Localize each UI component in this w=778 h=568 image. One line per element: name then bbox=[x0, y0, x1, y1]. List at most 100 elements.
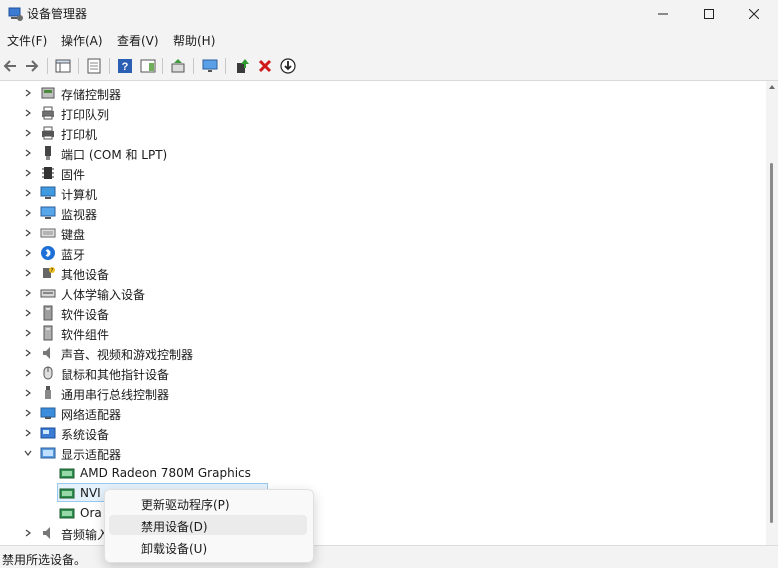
storage-controller-icon bbox=[41, 87, 55, 99]
action-pane-button[interactable] bbox=[138, 56, 158, 76]
action-pane-icon bbox=[140, 59, 156, 73]
chevron-right-icon[interactable] bbox=[23, 428, 33, 438]
menu-help[interactable]: 帮助(H) bbox=[173, 32, 215, 49]
tree-item[interactable]: 鼠标和其他指针设备 bbox=[0, 363, 760, 383]
forward-button[interactable] bbox=[22, 56, 42, 76]
tree-item[interactable]: 计算机 bbox=[0, 183, 760, 203]
minimize-button[interactable] bbox=[640, 0, 686, 28]
maximize-button[interactable] bbox=[686, 0, 732, 28]
tree-item[interactable]: 人体学输入设备 bbox=[0, 283, 760, 303]
tree-item[interactable]: 软件组件 bbox=[0, 323, 760, 343]
properties-icon bbox=[87, 58, 101, 74]
menu-view[interactable]: 查看(V) bbox=[117, 32, 159, 49]
tree-item[interactable]: 软件设备 bbox=[0, 303, 760, 323]
red-x-icon bbox=[258, 59, 272, 73]
tree-item[interactable]: AMD Radeon 780M Graphics bbox=[0, 463, 760, 483]
chevron-right-icon[interactable] bbox=[23, 148, 33, 158]
chevron-right-icon[interactable] bbox=[23, 288, 33, 298]
tree-item[interactable]: 监视器 bbox=[0, 203, 760, 223]
tree-item[interactable]: 键盘 bbox=[0, 223, 760, 243]
tree-item[interactable]: 声音、视频和游戏控制器 bbox=[0, 343, 760, 363]
properties-button[interactable] bbox=[84, 56, 104, 76]
network-adapter-icon bbox=[40, 407, 56, 419]
chevron-right-icon[interactable] bbox=[23, 388, 33, 398]
tree-item-label: 其他设备 bbox=[61, 268, 110, 282]
tree-item[interactable]: 打印队列 bbox=[0, 103, 760, 123]
tree-item[interactable]: ? 其他设备 bbox=[0, 263, 760, 283]
chevron-right-icon[interactable] bbox=[23, 128, 33, 138]
toolbar: ? bbox=[0, 52, 778, 81]
menu-bar: 文件(F) 操作(A) 查看(V) 帮助(H) bbox=[0, 30, 778, 50]
tree-item-label: NVI bbox=[80, 486, 101, 500]
menu-file[interactable]: 文件(F) bbox=[7, 32, 47, 49]
scan-hardware-button[interactable] bbox=[168, 56, 188, 76]
tree-item[interactable]: 固件 bbox=[0, 163, 760, 183]
status-text: 禁用所选设备。 bbox=[2, 553, 87, 567]
download-button[interactable] bbox=[278, 56, 298, 76]
back-arrow-icon bbox=[3, 60, 16, 72]
menu-item-update-driver[interactable]: 更新驱动程序(P) bbox=[109, 493, 307, 513]
scrollbar-thumb[interactable] bbox=[770, 163, 773, 523]
gpu-icon bbox=[59, 468, 75, 479]
tree-item[interactable]: 蓝牙 bbox=[0, 243, 760, 263]
tree-item-label: 音频输入 bbox=[61, 528, 110, 542]
toolbar-separator bbox=[78, 58, 79, 74]
chevron-right-icon[interactable] bbox=[23, 248, 33, 258]
software-component-icon bbox=[43, 325, 53, 341]
tree-item-label: 计算机 bbox=[61, 188, 98, 202]
tree-item-label: 键盘 bbox=[61, 228, 86, 242]
maximize-icon bbox=[704, 9, 714, 19]
keyboard-icon bbox=[40, 228, 56, 238]
help-button[interactable]: ? bbox=[115, 56, 135, 76]
context-menu: 更新驱动程序(P) 禁用设备(D) 卸载设备(U) bbox=[104, 489, 314, 563]
other-devices-icon: ? bbox=[43, 267, 55, 278]
menu-item-disable-device[interactable]: 禁用设备(D) bbox=[109, 515, 307, 535]
update-driver-icon bbox=[237, 59, 249, 73]
tree-item[interactable]: 显示适配器 bbox=[0, 443, 760, 463]
tree-item[interactable]: 存储控制器 bbox=[0, 83, 760, 103]
chevron-right-icon[interactable] bbox=[23, 408, 33, 418]
chevron-right-icon[interactable] bbox=[23, 188, 33, 198]
chevron-right-icon[interactable] bbox=[23, 328, 33, 338]
chevron-right-icon[interactable] bbox=[23, 308, 33, 318]
print-queue-icon bbox=[42, 106, 54, 120]
computer-icon bbox=[40, 186, 56, 199]
chevron-right-icon[interactable] bbox=[23, 88, 33, 98]
show-hide-console-tree-button[interactable] bbox=[53, 56, 73, 76]
tree-item-label: 打印机 bbox=[61, 128, 98, 142]
scan-hardware-icon bbox=[171, 59, 185, 73]
chevron-down-icon[interactable] bbox=[23, 448, 33, 458]
chevron-right-icon[interactable] bbox=[23, 528, 33, 538]
tree-item-label: 通用串行总线控制器 bbox=[61, 388, 170, 402]
back-button[interactable] bbox=[0, 56, 20, 76]
update-driver-button[interactable] bbox=[232, 56, 252, 76]
close-button[interactable] bbox=[731, 0, 777, 28]
menu-action[interactable]: 操作(A) bbox=[61, 32, 103, 49]
menu-item-uninstall-device[interactable]: 卸载设备(U) bbox=[109, 537, 307, 557]
chevron-right-icon[interactable] bbox=[23, 348, 33, 358]
tree-item-label: 网络适配器 bbox=[61, 408, 122, 422]
chevron-right-icon[interactable] bbox=[23, 208, 33, 218]
gpu-icon bbox=[59, 508, 75, 519]
scroll-up-icon[interactable] bbox=[768, 83, 776, 91]
tree-item-label: AMD Radeon 780M Graphics bbox=[80, 466, 251, 480]
chevron-right-icon[interactable] bbox=[23, 168, 33, 178]
chevron-right-icon[interactable] bbox=[23, 228, 33, 238]
hid-icon bbox=[40, 289, 56, 298]
device-manager-icon bbox=[8, 7, 23, 21]
tree-item[interactable]: 通用串行总线控制器 bbox=[0, 383, 760, 403]
uninstall-button[interactable] bbox=[255, 56, 275, 76]
chevron-right-icon[interactable] bbox=[23, 108, 33, 118]
tree-item[interactable]: 端口 (COM 和 LPT) bbox=[0, 143, 760, 163]
download-circle-icon bbox=[280, 58, 296, 74]
tree-item[interactable]: 网络适配器 bbox=[0, 403, 760, 423]
firmware-icon bbox=[42, 167, 54, 179]
vertical-scrollbar[interactable] bbox=[766, 81, 778, 545]
monitor-button[interactable] bbox=[200, 56, 220, 76]
tree-item[interactable]: 打印机 bbox=[0, 123, 760, 143]
tree-item[interactable]: 系统设备 bbox=[0, 423, 760, 443]
toolbar-separator bbox=[162, 58, 163, 74]
chevron-right-icon[interactable] bbox=[23, 368, 33, 378]
chevron-right-icon[interactable] bbox=[23, 268, 33, 278]
tree-item-label: 固件 bbox=[61, 168, 86, 182]
